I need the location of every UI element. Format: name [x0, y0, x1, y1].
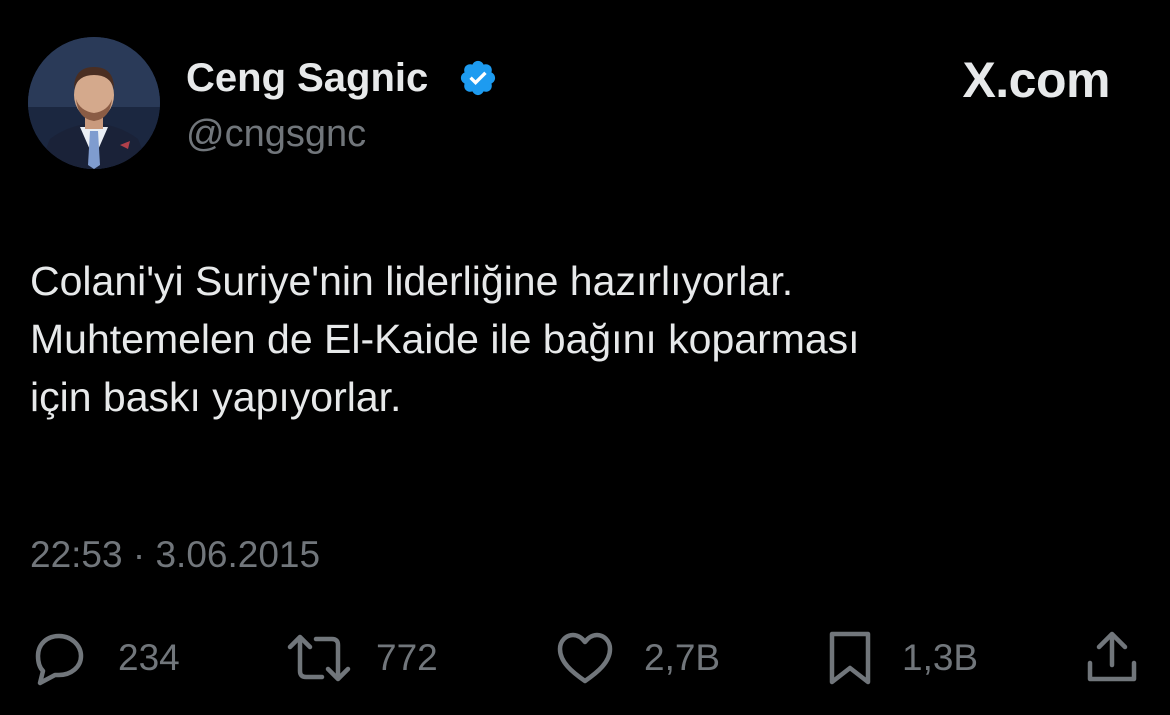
tweet-line: Muhtemelen de El-Kaide ile bağını koparm…: [30, 316, 860, 362]
avatar-image: [28, 37, 160, 169]
tweet-line: için baskı yapıyorlar.: [30, 374, 402, 420]
tweet-line: Colani'yi Suriye'nin liderliğine hazırlı…: [30, 258, 794, 304]
avatar[interactable]: [28, 37, 160, 169]
user-handle[interactable]: @cngsgnc: [186, 112, 366, 156]
display-name[interactable]: Ceng Sagnic: [186, 54, 428, 102]
like-count: 2,7B: [644, 637, 721, 678]
tweet-text: Colani'yi Suriye'nin liderliğine hazırlı…: [30, 252, 1130, 426]
heart-icon: [557, 632, 613, 684]
action-bar: 234 772 2,7B 1,3B: [0, 625, 1170, 695]
bookmark-icon: [829, 631, 871, 685]
bookmark-count: 1,3B: [902, 637, 979, 678]
retweet-count: 772: [376, 637, 438, 678]
tweet-timestamp[interactable]: 22:53 · 3.06.2015: [30, 533, 320, 577]
reply-button[interactable]: 234: [28, 625, 180, 691]
bookmark-button[interactable]: 1,3B: [824, 625, 978, 691]
verified-badge-icon: [458, 58, 498, 98]
reply-count: 234: [118, 637, 180, 678]
like-button[interactable]: 2,7B: [554, 625, 720, 691]
retweet-icon: [287, 634, 351, 682]
share-button[interactable]: [1084, 625, 1140, 691]
reply-icon: [35, 633, 84, 686]
brand-label: X.com: [962, 52, 1110, 108]
retweet-button[interactable]: 772: [286, 625, 438, 691]
share-icon: [1087, 631, 1137, 682]
